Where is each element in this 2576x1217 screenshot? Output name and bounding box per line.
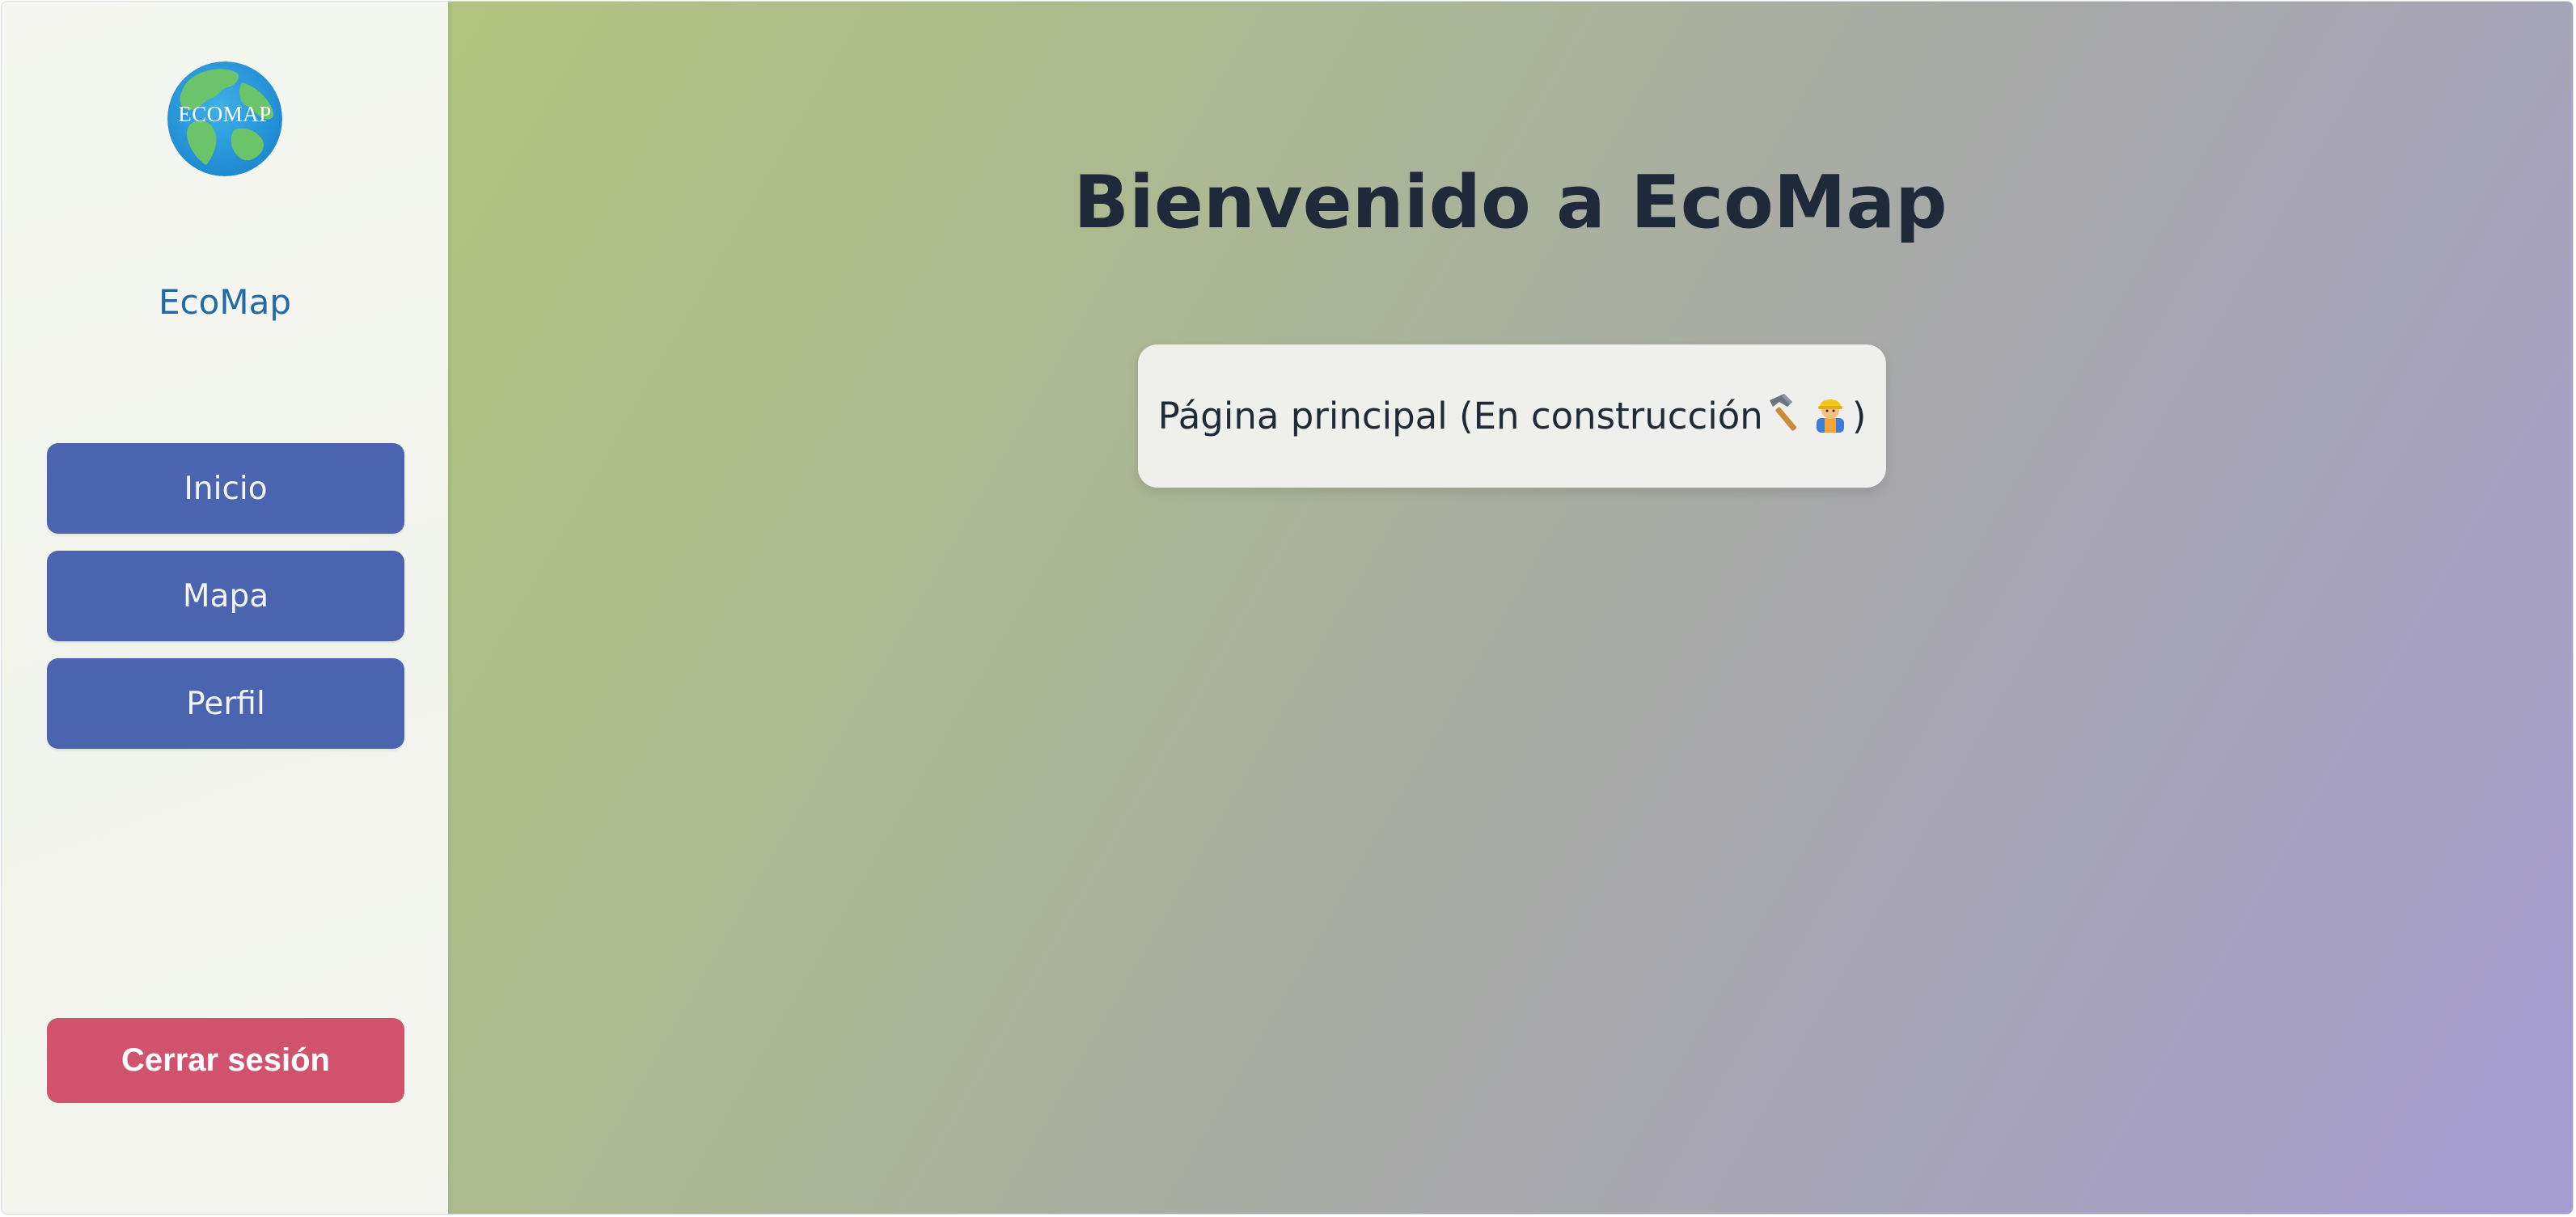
notice-text-close: ) [1851, 395, 1867, 437]
construction-worker-icon [1810, 391, 1851, 442]
hammer-icon [1765, 391, 1807, 442]
logo-text: ECOMAP [178, 102, 272, 126]
app-window: ECOMAP EcoMap Inicio Mapa Perfil Cerrar … [1, 1, 2574, 1215]
sidebar: ECOMAP EcoMap Inicio Mapa Perfil Cerrar … [2, 2, 448, 1214]
nav-button-mapa[interactable]: Mapa [47, 551, 404, 641]
nav-button-inicio[interactable]: Inicio [47, 443, 404, 534]
logout-button[interactable]: Cerrar sesión [47, 1018, 404, 1103]
main-content: Bienvenido a EcoMap Página principal (En… [448, 2, 2573, 1214]
construction-notice-card: Página principal (En construcción) [1138, 344, 1886, 488]
ecomap-logo: ECOMAP [167, 61, 282, 176]
notice-text: Página principal (En construcción [1157, 395, 1763, 437]
nav-button-perfil[interactable]: Perfil [47, 658, 404, 749]
page-title: Bienvenido a EcoMap [1073, 160, 1948, 245]
brand-name: EcoMap [159, 282, 291, 322]
